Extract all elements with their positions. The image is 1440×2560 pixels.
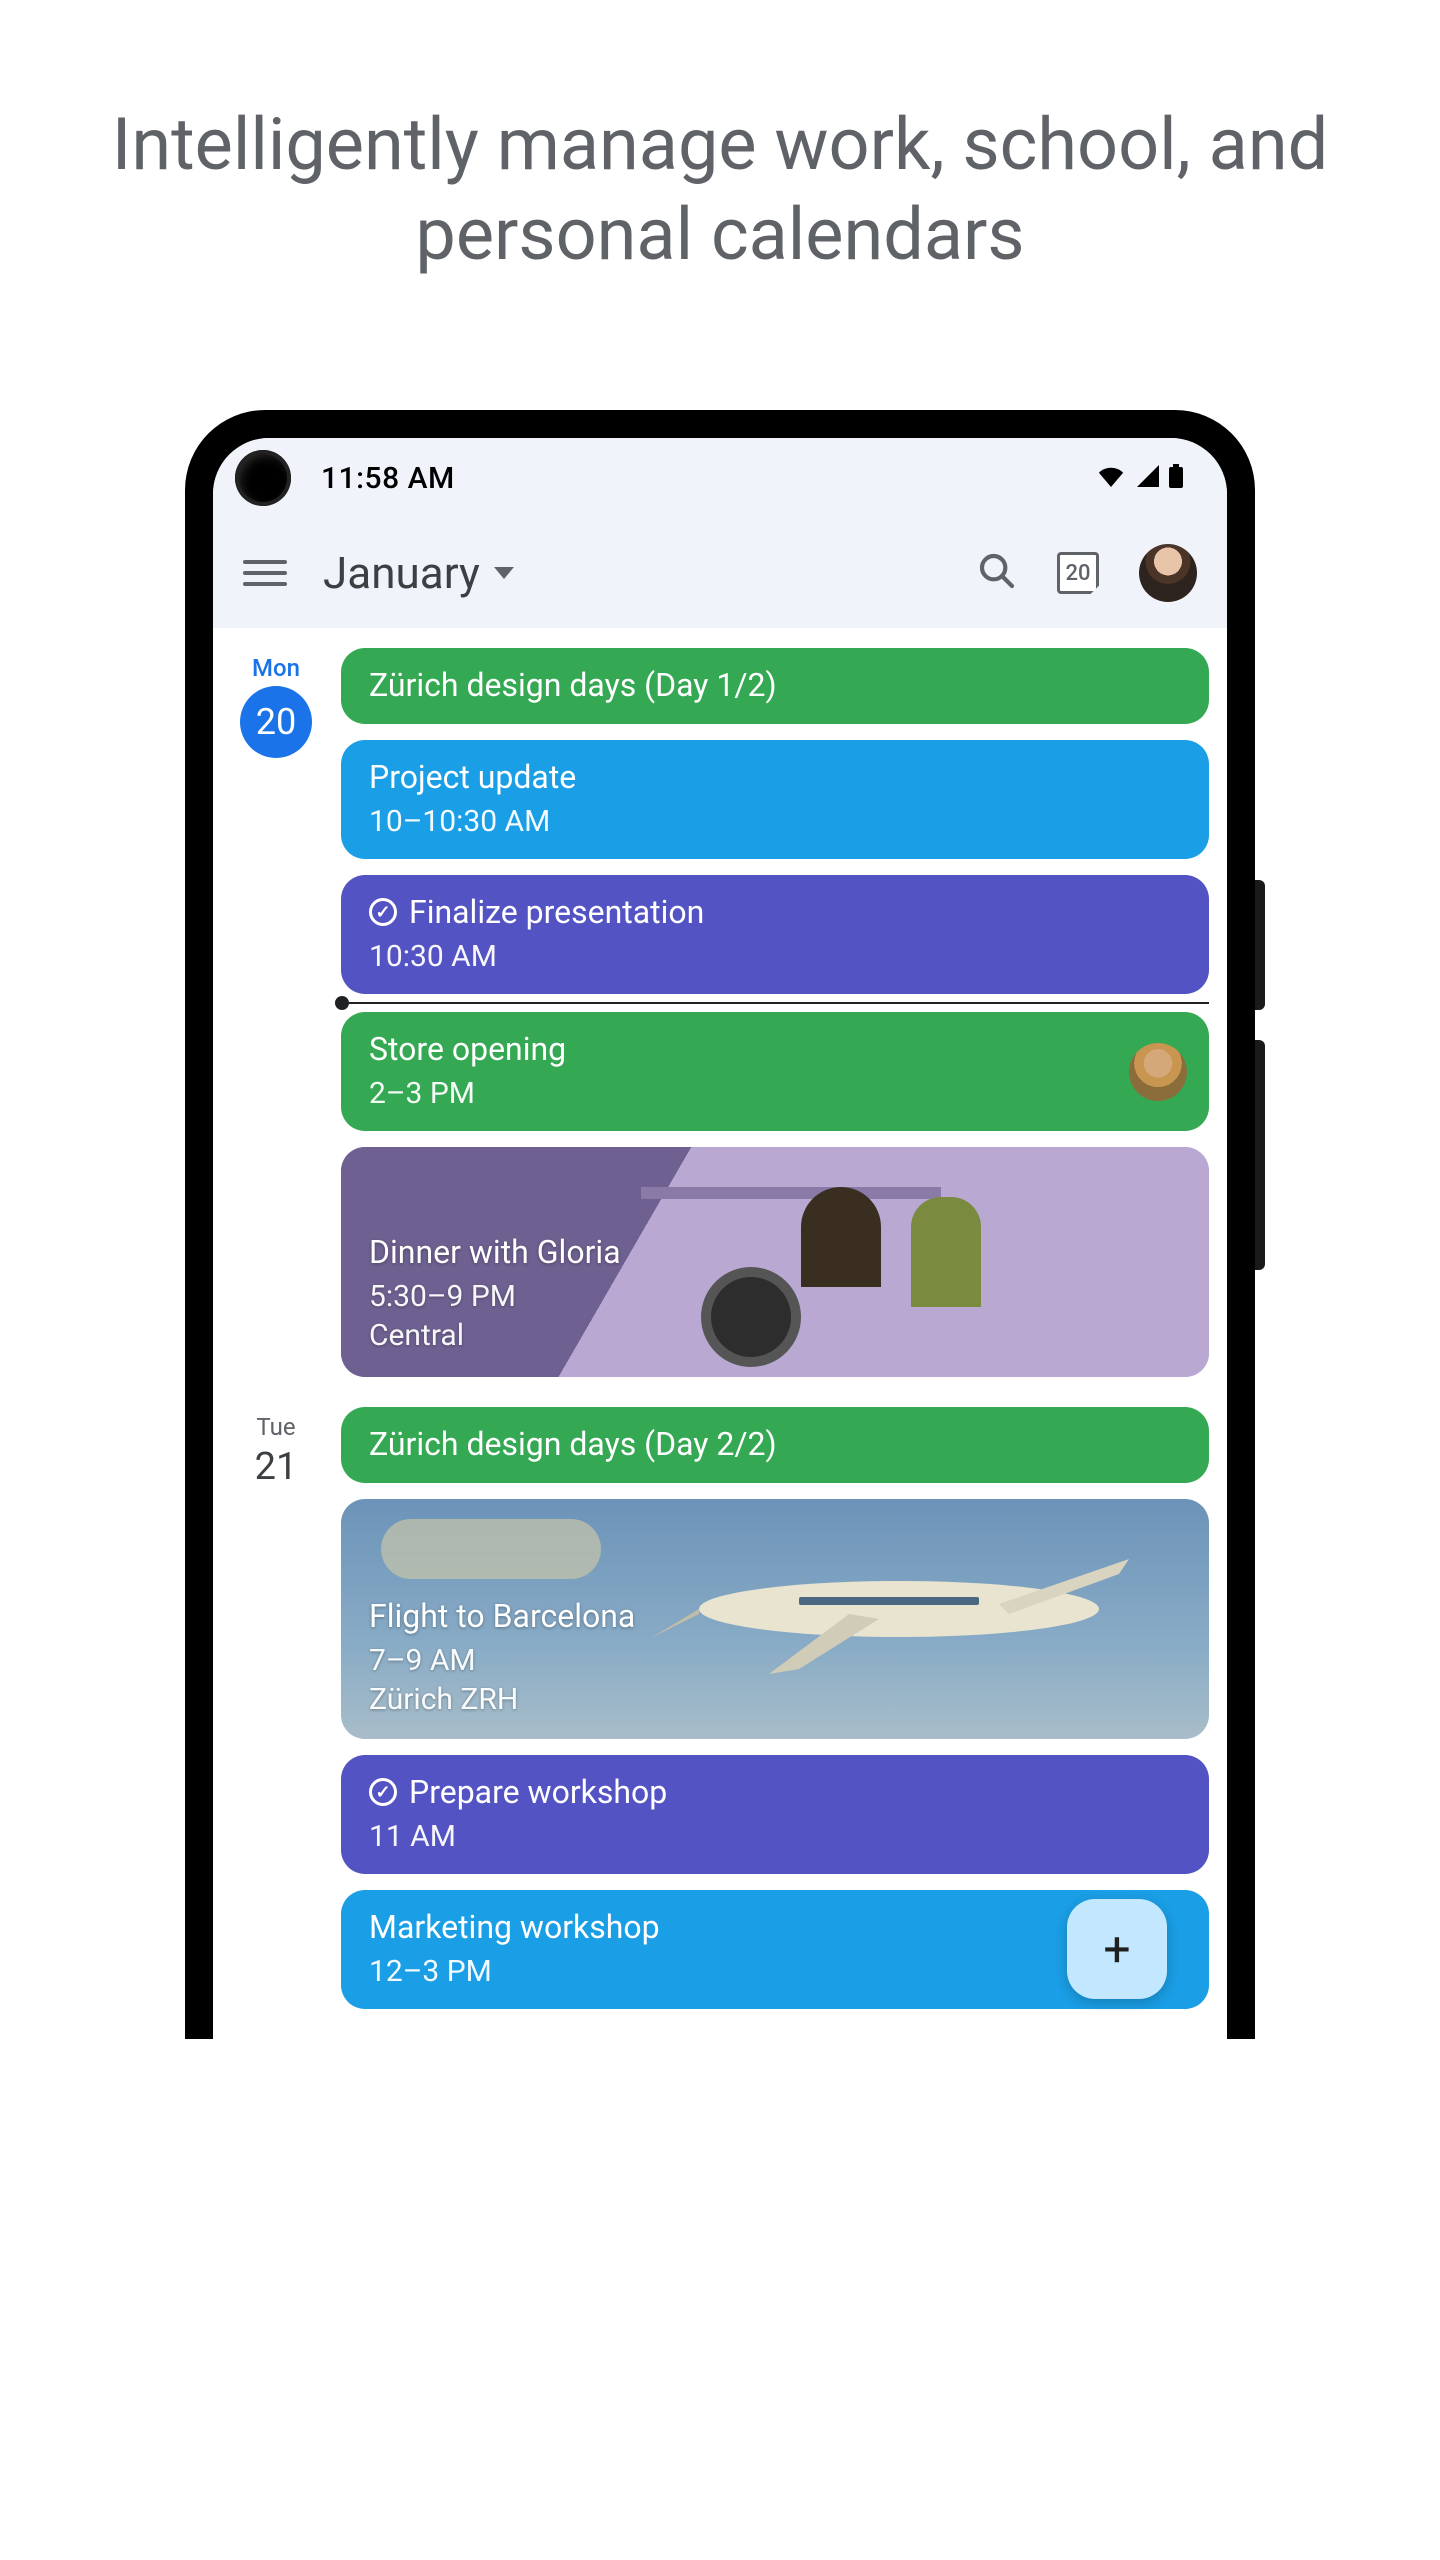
day-of-week: Tue <box>256 1413 295 1441</box>
guest-avatar <box>1129 1043 1187 1101</box>
event-time: 5:30–9 PM <box>369 1279 1181 1314</box>
marketing-headline: Intelligently manage work, school, and p… <box>0 100 1440 280</box>
chevron-down-icon <box>494 567 514 579</box>
menu-icon[interactable] <box>243 553 287 593</box>
statusbar-clock: 11:58 AM <box>321 461 455 496</box>
date-number: 21 <box>255 1445 298 1489</box>
event-time: 2–3 PM <box>369 1076 1181 1111</box>
schedule-view[interactable]: Mon 20 Zürich design days (Day 1/2) Project… <box>213 628 1227 2009</box>
event-title: Project update <box>369 758 1181 796</box>
event-time: 7–9 AM <box>369 1643 1181 1678</box>
date-header[interactable]: Tue 21 <box>231 1407 321 2009</box>
camera-hole <box>235 450 291 506</box>
event-card[interactable]: Zürich design days (Day 2/2) <box>341 1407 1209 1483</box>
calendar-day-icon: 20 <box>1057 552 1099 594</box>
today-button[interactable]: 20 <box>1057 552 1099 594</box>
phone-side-button <box>1255 880 1265 1010</box>
date-header[interactable]: Mon 20 <box>231 648 321 1377</box>
event-title: Dinner with Gloria <box>369 1233 1181 1271</box>
event-time: 10:30 AM <box>369 939 1181 974</box>
plus-icon: + <box>1103 1921 1130 1978</box>
phone-frame: 11:58 AM January 20 <box>185 410 1255 2039</box>
screen: 11:58 AM January 20 <box>213 438 1227 2039</box>
month-label: January <box>323 547 480 599</box>
event-time: 11 AM <box>369 1819 1181 1854</box>
event-time: 10–10:30 AM <box>369 804 1181 839</box>
event-card[interactable]: Flight to Barcelona 7–9 AM Zürich ZRH <box>341 1499 1209 1739</box>
events-column: Zürich design days (Day 1/2) Project upda… <box>341 648 1209 1377</box>
event-card[interactable]: Finalize presentation 10:30 AM <box>341 875 1209 994</box>
date-number: 20 <box>240 686 312 758</box>
event-location: Zürich ZRH <box>369 1682 1181 1717</box>
account-avatar[interactable] <box>1139 544 1197 602</box>
event-card[interactable]: Project update 10–10:30 AM <box>341 740 1209 859</box>
event-title: Store opening <box>369 1030 1181 1068</box>
current-time-indicator <box>341 1002 1209 1004</box>
event-title: Flight to Barcelona <box>369 1597 1181 1635</box>
task-check-icon <box>369 1778 397 1806</box>
day-row: Mon 20 Zürich design days (Day 1/2) Project… <box>231 648 1209 1377</box>
event-title: Marketing workshop <box>369 1908 1181 1946</box>
statusbar: 11:58 AM <box>213 438 1227 518</box>
event-card[interactable]: Store opening 2–3 PM <box>341 1012 1209 1131</box>
day-of-week: Mon <box>252 654 300 682</box>
cell-signal-icon <box>1135 465 1159 491</box>
event-title: Zürich design days (Day 2/2) <box>369 1425 1181 1463</box>
event-time: 12–3 PM <box>369 1954 1181 1989</box>
appbar: January 20 <box>213 518 1227 628</box>
task-check-icon <box>369 898 397 926</box>
event-location: Central <box>369 1318 1181 1353</box>
event-card[interactable]: Dinner with Gloria 5:30–9 PM Central <box>341 1147 1209 1377</box>
day-row: Tue 21 Zürich design days (Day 2/2) Flight … <box>231 1407 1209 2009</box>
event-card[interactable]: Zürich design days (Day 1/2) <box>341 648 1209 724</box>
phone-side-button <box>1255 1040 1265 1270</box>
search-icon[interactable] <box>977 551 1017 595</box>
event-title: Zürich design days (Day 1/2) <box>369 666 1181 704</box>
create-event-fab[interactable]: + <box>1067 1899 1167 1999</box>
wifi-icon <box>1097 465 1125 491</box>
event-card[interactable]: Prepare workshop 11 AM <box>341 1755 1209 1874</box>
event-title: Finalize presentation <box>369 893 1181 931</box>
battery-icon <box>1169 464 1183 492</box>
month-dropdown[interactable]: January <box>323 547 514 599</box>
event-title: Prepare workshop <box>369 1773 1181 1811</box>
